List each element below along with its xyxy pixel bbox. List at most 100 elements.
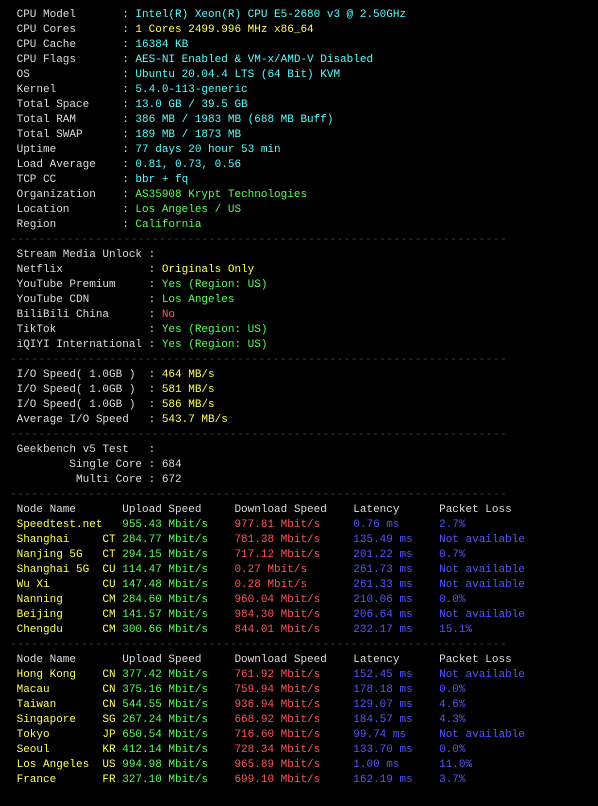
upload-speed: 300.66 Mbit/s — [122, 624, 234, 636]
node-name: Beijing CM — [10, 609, 122, 621]
latency: 99.74 ms — [353, 729, 439, 741]
packet-loss: Not available — [439, 534, 525, 546]
info-value: 543.7 MB/s — [162, 414, 228, 426]
upload-speed: 650.54 Mbit/s — [122, 729, 234, 741]
info-value: California — [135, 219, 201, 231]
info-value: bbr + fq — [135, 174, 188, 186]
upload-speed: 544.55 Mbit/s — [122, 699, 234, 711]
info-value: 77 days 20 hour 53 min — [135, 144, 280, 156]
packet-loss: 3.7% — [439, 774, 465, 786]
terminal-line: Netflix : Originals Only — [10, 263, 588, 278]
download-speed: 0.27 Mbit/s — [234, 564, 353, 576]
upload-speed: 114.47 Mbit/s — [122, 564, 234, 576]
info-label: Single Core — [10, 459, 149, 471]
packet-loss: Not available — [439, 564, 525, 576]
info-label: OS — [10, 69, 122, 81]
info-value: Yes (Region: US) — [162, 324, 268, 336]
info-label: TikTok — [10, 324, 149, 336]
info-value: No — [162, 309, 175, 321]
packet-loss: 0.0% — [439, 594, 465, 606]
info-label: Total SWAP — [10, 129, 122, 141]
terminal-line: YouTube Premium : Yes (Region: US) — [10, 278, 588, 293]
packet-loss: Not available — [439, 729, 525, 741]
terminal-line: Location : Los Angeles / US — [10, 203, 588, 218]
terminal-line: Hong Kong CN 377.42 Mbit/s 761.92 Mbit/s… — [10, 668, 588, 683]
info-value: 16384 KB — [135, 39, 188, 51]
separator: ----------------------------------------… — [10, 428, 588, 443]
packet-loss: Not available — [439, 609, 525, 621]
terminal-line: Load Average : 0.81, 0.73, 0.56 — [10, 158, 588, 173]
terminal-line: I/O Speed( 1.0GB ) : 586 MB/s — [10, 398, 588, 413]
terminal-line: France FR 327.10 Mbit/s 699.10 Mbit/s 16… — [10, 773, 588, 788]
terminal-line: Organization : AS35908 Krypt Technologie… — [10, 188, 588, 203]
terminal-line: Taiwan CN 544.55 Mbit/s 936.94 Mbit/s 12… — [10, 698, 588, 713]
terminal-line: TCP CC : bbr + fq — [10, 173, 588, 188]
col-header: Upload Speed — [122, 654, 234, 666]
node-name: Speedtest.net — [10, 519, 122, 531]
terminal-line: Nanning CM 284.60 Mbit/s 960.04 Mbit/s 2… — [10, 593, 588, 608]
info-label: Total Space — [10, 99, 122, 111]
info-label: CPU Cores — [10, 24, 122, 36]
terminal-line: Geekbench v5 Test : — [10, 443, 588, 458]
upload-speed: 141.57 Mbit/s — [122, 609, 234, 621]
info-label: iQIYI International — [10, 339, 149, 351]
node-name: Shanghai CT — [10, 534, 122, 546]
terminal-line: Stream Media Unlock : — [10, 248, 588, 263]
info-value: 386 MB / 1983 MB (688 MB Buff) — [135, 114, 333, 126]
node-name: Taiwan CN — [10, 699, 122, 711]
latency: 261.73 ms — [353, 564, 439, 576]
info-value: Yes (Region: US) — [162, 339, 268, 351]
info-value: 0.81, 0.73, 0.56 — [135, 159, 241, 171]
info-label: BiliBili China — [10, 309, 149, 321]
download-speed: 960.04 Mbit/s — [234, 594, 353, 606]
terminal-line: Seoul KR 412.14 Mbit/s 728.34 Mbit/s 133… — [10, 743, 588, 758]
node-name: Shanghai 5G CU — [10, 564, 122, 576]
packet-loss: 4.3% — [439, 714, 465, 726]
packet-loss: 15.1% — [439, 624, 472, 636]
info-label: Region — [10, 219, 122, 231]
info-label: Organization — [10, 189, 122, 201]
node-name: Singapore SG — [10, 714, 122, 726]
terminal-line: Total RAM : 386 MB / 1983 MB (688 MB Buf… — [10, 113, 588, 128]
terminal-line: iQIYI International : Yes (Region: US) — [10, 338, 588, 353]
col-header: Packet Loss — [439, 654, 512, 666]
terminal-line: Node Name Upload Speed Download Speed La… — [10, 503, 588, 518]
info-value: 464 MB/s — [162, 369, 215, 381]
info-value: Los Angeles — [162, 294, 235, 306]
terminal-line: Region : California — [10, 218, 588, 233]
latency: 152.45 ms — [353, 669, 439, 681]
terminal-line: Single Core : 684 — [10, 458, 588, 473]
info-label: YouTube Premium — [10, 279, 149, 291]
info-label: I/O Speed( 1.0GB ) — [10, 384, 149, 396]
download-speed: 977.81 Mbit/s — [234, 519, 353, 531]
download-speed: 844.01 Mbit/s — [234, 624, 353, 636]
info-label: Location — [10, 204, 122, 216]
upload-speed: 267.24 Mbit/s — [122, 714, 234, 726]
packet-loss: 2.7% — [439, 519, 465, 531]
terminal-line: Total Space : 13.0 GB / 39.5 GB — [10, 98, 588, 113]
separator: ----------------------------------------… — [10, 353, 588, 368]
col-header: Packet Loss — [439, 504, 512, 516]
upload-speed: 375.16 Mbit/s — [122, 684, 234, 696]
terminal-line: CPU Cores : 1 Cores 2499.996 MHz x86_64 — [10, 23, 588, 38]
info-label: I/O Speed( 1.0GB ) — [10, 369, 149, 381]
latency: 210.06 ms — [353, 594, 439, 606]
info-label: Uptime — [10, 144, 122, 156]
info-value: 5.4.0-113-generic — [135, 84, 247, 96]
separator: ----------------------------------------… — [10, 488, 588, 503]
download-speed: 761.92 Mbit/s — [234, 669, 353, 681]
upload-speed: 377.42 Mbit/s — [122, 669, 234, 681]
info-value: Yes (Region: US) — [162, 279, 268, 291]
latency: 261.33 ms — [353, 579, 439, 591]
packet-loss: 0.0% — [439, 684, 465, 696]
col-header: Download Speed — [234, 654, 353, 666]
upload-speed: 994.98 Mbit/s — [122, 759, 234, 771]
terminal-line: Node Name Upload Speed Download Speed La… — [10, 653, 588, 668]
terminal-line: Shanghai 5G CU 114.47 Mbit/s 0.27 Mbit/s… — [10, 563, 588, 578]
node-name: Macau CN — [10, 684, 122, 696]
info-label: YouTube CDN — [10, 294, 149, 306]
terminal-line: Shanghai CT 284.77 Mbit/s 781.38 Mbit/s … — [10, 533, 588, 548]
upload-speed: 284.77 Mbit/s — [122, 534, 234, 546]
terminal-line: TikTok : Yes (Region: US) — [10, 323, 588, 338]
info-label: Multi Core — [10, 474, 149, 486]
